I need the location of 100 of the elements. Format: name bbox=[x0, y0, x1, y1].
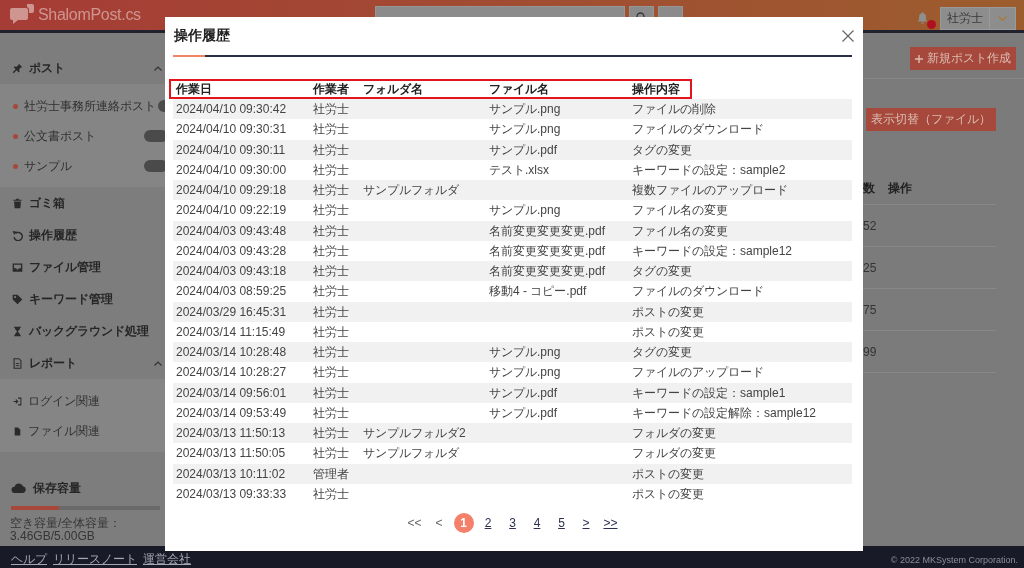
table-cell-text: サンプル.png bbox=[488, 121, 562, 139]
count-badge bbox=[144, 130, 168, 142]
table-cell-text: 社労士 bbox=[312, 242, 350, 260]
caret-down-icon bbox=[998, 16, 1007, 21]
table-cell-text: 99 bbox=[863, 344, 878, 359]
view-toggle-button[interactable]: 表示切替（ファイル） bbox=[866, 108, 996, 131]
table-cell-text: 2024/04/03 09:43:28 bbox=[175, 242, 288, 260]
table-cell-text: 社労士 bbox=[312, 121, 350, 139]
pagination-link[interactable]: >> bbox=[600, 513, 621, 533]
sidebar-item[interactable]: バックグラウンド処理 bbox=[12, 322, 149, 340]
table-cell-text: 2024/04/03 08:59:25 bbox=[175, 283, 288, 301]
table-cell-text: サンプル.pdf bbox=[488, 141, 558, 159]
sidebar-subitem[interactable]: 公文書ポスト bbox=[13, 127, 96, 145]
bullet-icon bbox=[13, 133, 18, 139]
table-cell-text: 社労士 bbox=[312, 101, 350, 118]
table-cell-text: キーワードの設定：sample12 bbox=[631, 242, 794, 260]
table-cell-text: 社労士 bbox=[312, 485, 350, 503]
table-cell-text: 2024/03/13 11:50:05 bbox=[175, 445, 287, 463]
file-icon bbox=[13, 426, 22, 436]
table-cell-text: 社労士 bbox=[312, 182, 350, 199]
table-cell-text: 2024/03/13 10:11:02 bbox=[175, 465, 287, 483]
bullet-icon bbox=[13, 103, 18, 109]
caret-icon[interactable] bbox=[154, 360, 162, 366]
close-button[interactable] bbox=[842, 30, 854, 42]
sidebar-item[interactable]: ファイル管理 bbox=[12, 258, 101, 276]
close-icon bbox=[842, 30, 854, 42]
sidebar-subitem[interactable]: ファイル関連 bbox=[13, 422, 100, 440]
pagination-link[interactable]: 1 bbox=[453, 513, 474, 533]
sidebar-item[interactable]: 操作履歴 bbox=[12, 226, 77, 244]
table-cell-text: 2024/03/29 16:45:31 bbox=[175, 303, 288, 321]
table-cell-text: テスト.xlsx bbox=[488, 161, 550, 179]
sidebar-item[interactable]: キーワード管理 bbox=[12, 290, 113, 308]
table-cell-text: 社労士 bbox=[312, 445, 350, 463]
pagination-link[interactable]: 2 bbox=[478, 513, 498, 533]
table-cell-text: 2024/04/10 09:22:19 bbox=[175, 202, 288, 220]
sidebar-subitem[interactable]: サンプル bbox=[13, 157, 72, 175]
tag-icon bbox=[12, 293, 23, 305]
modal-title: 操作履歴 bbox=[174, 27, 230, 45]
bullet-icon bbox=[13, 163, 18, 169]
sidebar-subitem[interactable]: 社労士事務所連絡ポスト bbox=[13, 97, 156, 115]
table-cell-text: 2024/03/13 09:33:33 bbox=[175, 485, 288, 503]
tray-icon bbox=[12, 261, 23, 273]
table-cell-text: 社労士 bbox=[312, 344, 350, 361]
table-cell-text: ポストの変更 bbox=[631, 323, 705, 341]
column-header: 操作内容 bbox=[631, 81, 681, 98]
footer-link[interactable]: ヘルプ bbox=[11, 553, 47, 566]
pagination-link[interactable]: > bbox=[576, 513, 596, 533]
table-cell-text: キーワードの設定：sample2 bbox=[631, 161, 787, 179]
sidebar-subitem[interactable]: ログイン関連 bbox=[13, 392, 100, 410]
pagination-link[interactable]: 4 bbox=[527, 513, 547, 533]
bell-icon[interactable] bbox=[917, 12, 928, 24]
table-cell-text: ポストの変更 bbox=[631, 465, 705, 483]
table-cell-text: タグの変更 bbox=[631, 344, 693, 361]
undo-arrow-icon bbox=[12, 229, 23, 241]
pagination-link[interactable]: 3 bbox=[502, 513, 523, 533]
table-cell-text: サンプル.png bbox=[488, 101, 562, 118]
table-cell-text: 2024/03/14 11:15:49 bbox=[175, 323, 287, 341]
table-cell-text: サンプル.pdf bbox=[488, 384, 558, 402]
table-cell-text: 2024/03/14 10:28:48 bbox=[175, 344, 288, 361]
logo-icon bbox=[10, 4, 34, 26]
table-cell-text: 2024/04/10 09:30:00 bbox=[175, 161, 288, 179]
sign-in-icon bbox=[13, 396, 22, 406]
table-cell-text: 2024/04/10 09:30:11 bbox=[175, 141, 287, 159]
pagination-link[interactable]: 5 bbox=[551, 513, 572, 533]
table-cell-text: 52 bbox=[863, 218, 878, 233]
table-cell-text: 社労士 bbox=[312, 283, 350, 301]
table-cell-text: サンプルフォルダ bbox=[362, 445, 460, 463]
table-cell-text: サンプル.png bbox=[488, 344, 562, 361]
table-cell-text: ファイルのダウンロード bbox=[631, 283, 765, 301]
column-header: 数 bbox=[863, 179, 876, 197]
table-cell-text: ファイルのダウンロード bbox=[631, 121, 765, 139]
table-cell-text: 名前変更変更変更.pdf bbox=[488, 263, 606, 280]
table-cell-text: タグの変更 bbox=[631, 141, 693, 159]
sidebar-item[interactable]: ポスト bbox=[12, 59, 65, 77]
footer-link[interactable]: 運営会社 bbox=[143, 553, 191, 566]
table-cell-text: サンプルフォルダ2 bbox=[362, 425, 467, 442]
table-cell-text: 社労士 bbox=[312, 384, 350, 402]
table-cell-text: キーワードの設定解除：sample12 bbox=[631, 404, 818, 422]
table-cell-text: 2024/04/10 09:30:31 bbox=[175, 121, 288, 139]
cloud-icon bbox=[11, 483, 26, 493]
table-cell-text: 複数ファイルのアップロード bbox=[631, 182, 789, 199]
create-post-button[interactable]: 新規ポスト作成 bbox=[910, 47, 1016, 70]
table-cell-text: サンプル.pdf bbox=[488, 404, 558, 422]
user-menu-button[interactable]: 社労士 bbox=[940, 7, 990, 30]
column-header: 操作 bbox=[888, 179, 913, 197]
table-cell-text: 2024/03/14 10:28:27 bbox=[175, 364, 288, 382]
table-cell-text: 社労士 bbox=[312, 323, 350, 341]
table-cell-text: 社労士 bbox=[312, 263, 350, 280]
hourglass-icon bbox=[12, 325, 23, 337]
footer-link[interactable]: リリースノート bbox=[53, 553, 137, 566]
table-cell-text: 社労士 bbox=[312, 303, 350, 321]
table-cell-text: 2024/04/03 09:43:18 bbox=[175, 263, 288, 280]
sidebar-item[interactable]: レポート bbox=[12, 354, 77, 372]
table-cell-text: 社労士 bbox=[312, 222, 350, 240]
caret-icon[interactable] bbox=[154, 65, 162, 71]
table-cell-text: キーワードの設定：sample1 bbox=[631, 384, 787, 402]
column-header: 作業日 bbox=[175, 81, 213, 98]
column-header: フォルダ名 bbox=[362, 81, 424, 98]
sidebar-item[interactable]: ゴミ箱 bbox=[12, 194, 65, 212]
table-cell-text: タグの変更 bbox=[631, 263, 693, 280]
